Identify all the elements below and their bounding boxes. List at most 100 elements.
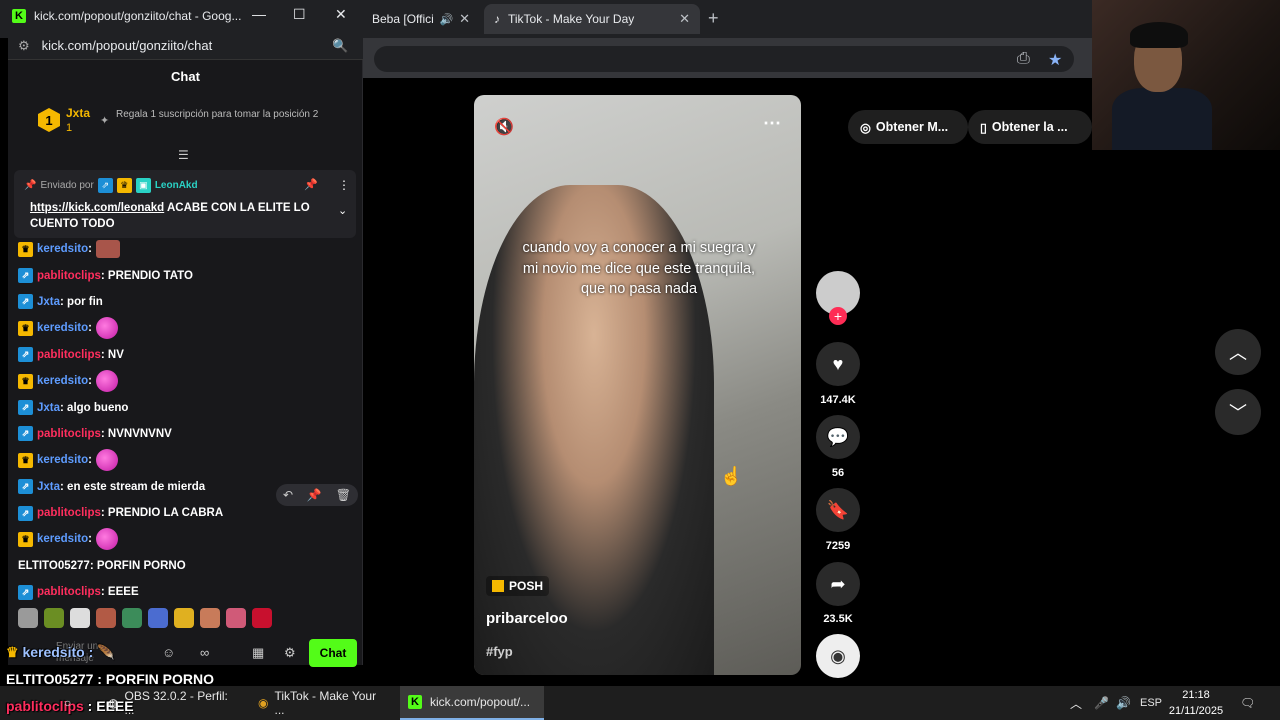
site-info-icon[interactable]: ⚙ xyxy=(18,38,30,54)
emote-icon[interactable] xyxy=(96,608,116,628)
chat-username[interactable]: keredsito xyxy=(37,322,88,334)
taskbar-obs[interactable]: ◍ OBS 32.0.2 - Perfil: ... xyxy=(100,686,248,720)
emoji-icon[interactable]: ☺ xyxy=(162,645,175,660)
overlay-line-2: ELTITO05277 : PORFIN PORNO xyxy=(6,671,214,687)
more-options-icon[interactable]: ⋯ xyxy=(763,113,781,134)
emote-icon[interactable] xyxy=(18,608,38,628)
follow-plus-icon[interactable]: + xyxy=(829,307,847,325)
collapse-icon[interactable]: ☰ xyxy=(178,148,189,162)
chat-username[interactable]: Jxta xyxy=(37,481,60,493)
tab-beba[interactable]: Beba [Offici 🔊 ✕ xyxy=(362,4,480,34)
taskbar-clock[interactable]: 21:18 21/11/2025 xyxy=(1166,686,1226,720)
taskbar-chrome-tiktok[interactable]: ◉ TikTok - Make Your ... xyxy=(250,686,396,720)
emote-icon xyxy=(95,528,118,551)
clock-time: 21:18 xyxy=(1182,689,1210,701)
search-icon[interactable]: ○ xyxy=(56,686,79,720)
chat-window-titlebar: K kick.com/popout/gonziito/chat - Goog..… xyxy=(8,0,363,32)
emote-icon[interactable] xyxy=(148,608,168,628)
emote-icon[interactable] xyxy=(70,608,90,628)
mute-icon[interactable]: 🔇 xyxy=(494,117,514,137)
install-app-icon[interactable]: ⎙ xyxy=(1017,50,1030,68)
delete-icon[interactable]: 🗑 xyxy=(336,488,351,502)
emote-icon xyxy=(95,317,118,340)
chat-username[interactable]: keredsito xyxy=(37,533,88,545)
close-window-icon[interactable]: ✕ xyxy=(335,6,347,23)
emote-icon[interactable] xyxy=(122,608,142,628)
gift-badge-icon: ▣ xyxy=(135,178,151,193)
crown-badge-icon: ♛ xyxy=(18,241,33,257)
creator-name[interactable]: pribarceloo xyxy=(486,610,568,627)
taskbar-kick[interactable]: K kick.com/popout/... xyxy=(400,686,544,720)
emote-icon[interactable] xyxy=(200,608,220,628)
chat-text: : en este stream de mierda xyxy=(60,480,206,493)
chat-text: : xyxy=(88,243,92,256)
chat-username[interactable]: pablitoclips xyxy=(37,270,101,282)
gift-icon: ✦ xyxy=(100,115,110,127)
expand-chevron-icon[interactable]: ⌄ xyxy=(338,204,347,217)
chat-username[interactable]: Jxta xyxy=(37,402,60,414)
chat-username[interactable]: ELTITO05277 xyxy=(18,560,90,572)
chat-text: : NV xyxy=(100,348,124,361)
emote-icon[interactable] xyxy=(174,608,194,628)
close-tab-icon[interactable]: ✕ xyxy=(459,11,470,27)
chat-username[interactable]: pablitoclips xyxy=(37,349,101,361)
chat-username[interactable]: Jxta xyxy=(37,296,60,308)
send-chat-button[interactable]: Chat xyxy=(309,639,357,667)
emote-icon[interactable] xyxy=(44,608,64,628)
chat-username[interactable]: pablitoclips xyxy=(37,507,101,519)
leader-count: 1 xyxy=(66,122,73,134)
chat-username[interactable]: keredsito xyxy=(37,454,88,466)
next-video-icon[interactable]: ﹀ xyxy=(1215,389,1261,435)
get-desktop-pill[interactable]: ▯ Obtener la ... xyxy=(968,110,1092,144)
comment-icon[interactable]: 💬 xyxy=(816,415,860,459)
rewards-icon[interactable]: ∞ xyxy=(200,645,209,660)
store-icon[interactable]: ▦ xyxy=(252,645,264,661)
chat-url-bar[interactable]: ⚙ kick.com/popout/gonziito/chat 🔍 xyxy=(8,32,363,60)
share-icon[interactable]: ➦ xyxy=(816,562,860,606)
chrome-icon: ◉ xyxy=(258,696,269,710)
chat-username[interactable]: keredsito xyxy=(37,375,88,387)
new-tab-icon[interactable]: + xyxy=(708,8,719,29)
chat-username[interactable]: pablitoclips xyxy=(37,586,101,598)
verified-badge-icon: ⇗ xyxy=(18,426,33,442)
hashtag-link[interactable]: #fyp xyxy=(486,644,513,659)
overlay-line-1: ♛ keredsito : 🪶 xyxy=(6,644,115,660)
tiktok-icon: ♪ xyxy=(494,12,500,26)
phone-icon: ▯ xyxy=(980,120,987,135)
unpin-icon[interactable]: 📌 xyxy=(304,178,318,191)
emote-icon[interactable] xyxy=(226,608,246,628)
leader-name[interactable]: Jxta xyxy=(66,106,90,120)
emote-icon[interactable] xyxy=(252,608,272,628)
pinned-link[interactable]: https://kick.com/leonakd xyxy=(30,202,164,214)
verified-badge-icon: ⇗ xyxy=(18,268,33,284)
search-icon[interactable]: 🔍 xyxy=(332,38,348,54)
clock-date: 21/11/2025 xyxy=(1168,705,1224,717)
language-indicator[interactable]: ESP xyxy=(1132,686,1170,720)
bookmark-icon[interactable]: 🔖 xyxy=(816,488,860,532)
emote-icon xyxy=(95,370,118,393)
get-app-pill[interactable]: ◎ Obtener M... xyxy=(848,110,968,144)
settings-gear-icon[interactable]: ⚙ xyxy=(284,645,296,661)
sound-tag[interactable]: POSH xyxy=(486,576,550,596)
pin-message-icon[interactable]: 📌 xyxy=(307,488,322,502)
pinned-user[interactable]: LeonAkd xyxy=(155,180,198,191)
tab-tiktok[interactable]: ♪ TikTok - Make Your Day ✕ xyxy=(484,4,700,34)
chat-username[interactable]: keredsito xyxy=(37,243,88,255)
reply-icon[interactable]: ↶ xyxy=(283,488,293,502)
pinned-menu-icon[interactable]: ⋮ xyxy=(338,178,350,192)
address-bar[interactable] xyxy=(374,46,1074,72)
chat-username[interactable]: pablitoclips xyxy=(37,428,101,440)
like-heart-icon[interactable]: ♥ xyxy=(816,342,860,386)
save-count: 7259 xyxy=(825,540,851,552)
close-tab-icon[interactable]: ✕ xyxy=(679,11,690,27)
chat-message: ⇗ Jxta: por fin xyxy=(18,289,353,315)
kick-logo-icon: K xyxy=(12,9,26,23)
verified-badge-icon: ⇗ xyxy=(18,505,33,521)
chat-message: ⇗ pablitoclips: NVNVNVNV xyxy=(18,421,353,447)
minimize-icon[interactable]: — xyxy=(252,6,266,22)
notifications-icon[interactable]: 🗨 xyxy=(1232,686,1263,720)
bookmark-star-icon[interactable]: ★ xyxy=(1048,50,1062,70)
music-disc-icon[interactable]: ◉ xyxy=(816,634,860,678)
previous-video-icon[interactable]: ︿ xyxy=(1215,329,1261,375)
maximize-icon[interactable]: ☐ xyxy=(293,6,306,23)
